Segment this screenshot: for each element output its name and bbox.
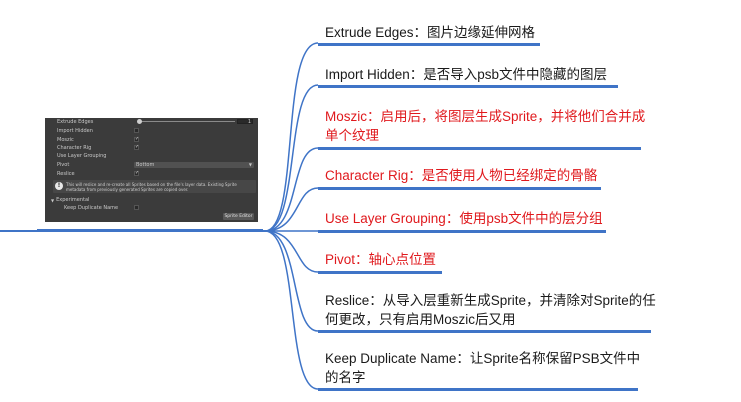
connector-extrude-edges (264, 42, 319, 232)
import-hidden-checkbox[interactable] (134, 128, 139, 133)
experimental-label: Experimental (56, 196, 90, 203)
pivot-row: Pivot (57, 162, 69, 168)
node-moszic-line2: 单个纹理 (325, 128, 379, 143)
moszic-checkbox[interactable]: ✓ (134, 137, 139, 142)
use-layer-grouping-row: Use Layer Grouping (57, 153, 106, 159)
extrude-edges-slider-knob[interactable] (137, 119, 142, 124)
node-extrude-edges: Extrude Edges：图片边缘延伸网格 (325, 25, 536, 40)
inspector-panel: Extrude Edges 1 Import Hidden Moszic ✓ C… (45, 118, 258, 222)
sprite-editor-button[interactable]: Sprite Editor (223, 213, 254, 220)
node-underline-character-rig (318, 187, 601, 190)
experimental-foldout[interactable]: ▼ Experimental (51, 197, 89, 203)
node-moszic: Moszic：启用后，将图层生成Sprite，并将他们合并成 单个纹理 (325, 107, 645, 145)
root-underline-accent (37, 229, 263, 232)
node-reslice-line1: Reslice：从导入层重新生成Sprite，并清除对Sprite的任 (325, 293, 656, 308)
character-rig-row: Character Rig (57, 145, 91, 151)
extrude-edges-row: Extrude Edges (57, 119, 93, 125)
import-hidden-row: Import Hidden (57, 128, 93, 134)
connector-character-rig (264, 187, 319, 232)
node-keep-duplicate-name: Keep Duplicate Name：让Sprite名称保留PSB文件中 的名… (325, 349, 640, 387)
node-underline-pivot (318, 271, 442, 274)
keep-duplicate-name-checkbox[interactable] (134, 205, 139, 210)
reslice-info-box: ! This will reslice and re-create all Sp… (53, 180, 256, 193)
node-use-layer-grouping: Use Layer Grouping：使用psb文件中的层分组 (325, 211, 603, 226)
keep-duplicate-name-label: Keep Duplicate Name (64, 204, 119, 211)
reslice-label: Reslice (57, 170, 75, 177)
info-icon: ! (55, 182, 63, 190)
keep-duplicate-name-row: Keep Duplicate Name (64, 205, 118, 211)
connector-reslice (264, 230, 319, 332)
node-moszic-line1: Moszic：启用后，将图层生成Sprite，并将他们合并成 (325, 109, 646, 124)
connector-pivot (264, 230, 319, 273)
connector-import-hidden (264, 84, 319, 232)
node-keep-duplicate-name-line1: Keep Duplicate Name：让Sprite名称保留PSB文件中 (325, 351, 641, 366)
node-keep-duplicate-name-line2: 的名字 (325, 370, 366, 385)
reslice-info-text: This will reslice and re-create all Spri… (66, 182, 237, 192)
reslice-row: Reslice (57, 171, 75, 177)
moszic-row: Moszic (57, 137, 74, 143)
connector-keep-duplicate-name (264, 230, 319, 390)
node-underline-reslice (318, 330, 651, 333)
node-underline-moszic (318, 147, 641, 150)
node-reslice-line2: 何更改，只有启用Moszic后又用 (325, 312, 516, 327)
reslice-checkbox[interactable]: ✓ (134, 171, 139, 176)
chevron-down-icon: ▼ (248, 162, 252, 167)
node-pivot: Pivot：轴心点位置 (325, 252, 437, 267)
use-layer-grouping-label: Use Layer Grouping (57, 152, 107, 159)
extrude-edges-label: Extrude Edges (57, 118, 94, 125)
pivot-dropdown[interactable]: Bottom ▼ (134, 162, 254, 168)
node-underline-extrude-edges (318, 43, 540, 46)
character-rig-label: Character Rig (57, 144, 92, 151)
moszic-label: Moszic (57, 136, 74, 143)
extrude-edges-value-field[interactable]: 1 (237, 119, 253, 125)
node-character-rig: Character Rig：是否使用人物已经绑定的骨骼 (325, 168, 598, 183)
node-underline-import-hidden (318, 85, 618, 88)
extrude-edges-slider-track[interactable] (139, 121, 235, 122)
character-rig-checkbox[interactable]: ✓ (134, 145, 139, 150)
foldout-arrow-icon: ▼ (51, 197, 55, 203)
node-import-hidden: Import Hidden：是否导入psb文件中隐藏的图层 (325, 67, 608, 82)
pivot-value: Bottom (136, 162, 155, 168)
pivot-label: Pivot (57, 161, 70, 168)
node-reslice: Reslice：从导入层重新生成Sprite，并清除对Sprite的任 何更改，… (325, 291, 656, 329)
node-underline-use-layer-grouping (318, 230, 606, 233)
import-hidden-label: Import Hidden (57, 127, 93, 134)
node-underline-keep-duplicate-name (318, 388, 638, 391)
